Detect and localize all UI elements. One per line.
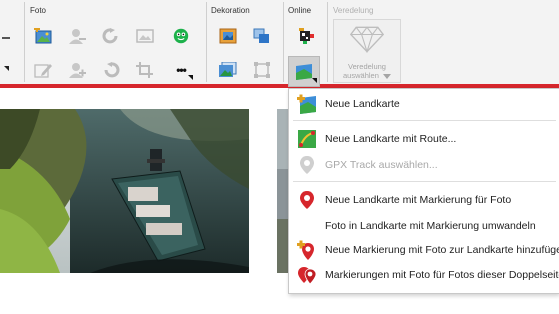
group-label-online: Online bbox=[288, 6, 312, 15]
layer-arrange-button[interactable] bbox=[249, 23, 275, 49]
rotate-right-button[interactable] bbox=[98, 23, 124, 49]
crop-button[interactable] bbox=[132, 57, 158, 83]
more-dots-icon: ••• bbox=[176, 63, 187, 77]
overlap-squares-icon bbox=[253, 28, 269, 43]
blank-icon bbox=[297, 216, 317, 236]
boat-photo[interactable] bbox=[0, 109, 249, 273]
smiley-face-icon bbox=[173, 28, 189, 44]
menu-item-label: GPX Track auswählen... bbox=[325, 159, 438, 171]
group-label-foto: Foto bbox=[30, 6, 47, 15]
veredelung-label-line1: Veredelung bbox=[348, 62, 386, 71]
app-window: Foto ••• Dekoration Online Veredelung Ve… bbox=[0, 0, 559, 314]
menu-item-label: Neue Landkarte mit Markierung für Foto bbox=[325, 194, 512, 206]
map-marker-icon bbox=[297, 190, 317, 210]
picture-frame-icon bbox=[219, 28, 237, 44]
veredelung-label-line2: auswählen bbox=[334, 71, 400, 80]
gpx-track-icon bbox=[297, 155, 317, 175]
rotate-right-icon bbox=[102, 28, 118, 44]
menu-item-label: Markierungen mit Foto für Fotos dieser D… bbox=[325, 269, 559, 281]
map-icon bbox=[296, 63, 312, 80]
menu-item-add-marker[interactable]: Neue Markierung mit Foto zur Landkarte h… bbox=[289, 238, 559, 262]
add-marker-icon bbox=[297, 240, 317, 260]
menu-item-convert-photo[interactable]: Foto in Landkarte mit Markierung umwande… bbox=[289, 214, 559, 238]
new-map-icon bbox=[297, 94, 317, 114]
menu-item-new-map[interactable]: Neue Landkarte bbox=[289, 92, 559, 116]
cut-off-button[interactable] bbox=[0, 25, 14, 51]
group-separator bbox=[283, 2, 284, 82]
dash-icon bbox=[0, 30, 10, 46]
pencil-edit-icon bbox=[34, 64, 52, 78]
multi-marker-icon bbox=[297, 265, 317, 285]
menu-separator bbox=[293, 120, 556, 121]
qr-video-icon bbox=[299, 28, 314, 44]
menu-item-label: Foto in Landkarte mit Markierung umwande… bbox=[325, 220, 536, 232]
menu-item-label: Neue Markierung mit Foto zur Landkarte h… bbox=[325, 244, 559, 256]
person-plus-icon bbox=[69, 63, 86, 78]
corner-arrow-icon bbox=[188, 75, 193, 80]
face-recognition-button[interactable] bbox=[168, 23, 194, 49]
cut-off-more-button[interactable] bbox=[0, 57, 14, 83]
border-button[interactable] bbox=[249, 57, 275, 83]
rotate-left-icon bbox=[104, 62, 120, 78]
remove-person-button[interactable] bbox=[64, 23, 90, 49]
map-route-icon bbox=[297, 129, 317, 149]
add-person-button[interactable] bbox=[64, 57, 90, 83]
more-photo-options-button[interactable]: ••• bbox=[168, 57, 194, 83]
menu-separator bbox=[293, 181, 556, 182]
second-photo[interactable] bbox=[277, 109, 288, 273]
map-dropdown-button[interactable] bbox=[288, 56, 320, 87]
menu-item-label: Neue Landkarte mit Route... bbox=[325, 133, 457, 145]
map-dropdown-menu: Neue Landkarte Neue Landkarte mit Route.… bbox=[288, 88, 559, 294]
image-frame-button[interactable] bbox=[132, 23, 158, 49]
menu-item-new-map-route[interactable]: Neue Landkarte mit Route... bbox=[289, 127, 559, 151]
crop-icon bbox=[136, 62, 153, 78]
group-separator bbox=[206, 2, 207, 82]
menu-item-markers-double-page[interactable]: Markierungen mit Foto für Fotos dieser D… bbox=[289, 263, 559, 287]
image-frame-icon bbox=[136, 29, 154, 43]
add-photo-icon bbox=[34, 28, 52, 44]
qr-code-button[interactable] bbox=[292, 23, 318, 49]
corner-arrow-icon bbox=[312, 78, 317, 83]
frame-button[interactable] bbox=[215, 23, 241, 49]
border-corners-icon bbox=[254, 62, 270, 78]
menu-item-label: Neue Landkarte bbox=[325, 98, 400, 110]
menu-item-map-marker-photo[interactable]: Neue Landkarte mit Markierung für Foto bbox=[289, 188, 559, 212]
person-minus-icon bbox=[69, 29, 86, 44]
group-separator bbox=[24, 2, 25, 82]
partial-photo-image bbox=[277, 109, 288, 273]
background-image-icon bbox=[219, 62, 237, 77]
chevron-down-icon bbox=[382, 73, 391, 79]
group-label-veredelung: Veredelung bbox=[333, 6, 374, 15]
background-button[interactable] bbox=[215, 57, 241, 83]
veredelung-button[interactable]: Veredelung auswählen bbox=[333, 19, 401, 83]
boat-on-lake-image bbox=[0, 109, 249, 273]
add-photo-button[interactable] bbox=[30, 23, 56, 49]
rotate-left-button[interactable] bbox=[98, 57, 124, 83]
dropdown-arrow-icon bbox=[0, 62, 10, 78]
ribbon-toolbar: Foto ••• Dekoration Online Veredelung Ve… bbox=[0, 0, 559, 88]
group-label-dekoration: Dekoration bbox=[211, 6, 250, 15]
group-separator bbox=[327, 2, 328, 82]
diamond-icon bbox=[349, 26, 385, 54]
edit-photo-button[interactable] bbox=[30, 57, 56, 83]
menu-item-gpx-track[interactable]: GPX Track auswählen... bbox=[289, 153, 559, 177]
